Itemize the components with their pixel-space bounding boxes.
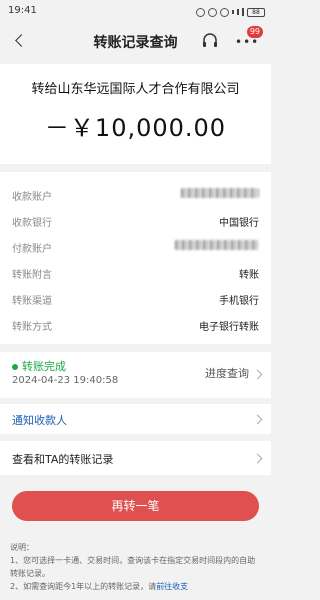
detail-label: 转账渠道: [12, 296, 52, 307]
income-expense-link[interactable]: 前往收支: [156, 582, 188, 591]
status-bar: 19:41 88: [0, 0, 271, 24]
detail-label: 转账附言: [12, 270, 52, 281]
transfer-history-row[interactable]: 查看和TA的转账记录: [0, 441, 271, 475]
masked-payer-account: [175, 240, 259, 253]
alarm-icon: [196, 7, 205, 17]
chevron-right-icon: [252, 453, 263, 464]
back-icon[interactable]: [12, 32, 30, 50]
transfer-amount: －￥10,000.00: [44, 114, 227, 142]
nav-bar: 转账记录查询 ••• 99: [0, 24, 271, 58]
detail-row-channel: 转账渠道 手机银行: [12, 286, 259, 312]
notes-heading: 说明：: [10, 543, 34, 552]
detail-row-method: 转账方式 电子银行转账: [12, 312, 259, 338]
wifi-icon: [220, 7, 229, 17]
signal-icon: [237, 9, 239, 15]
detail-label: 转账方式: [12, 322, 52, 333]
signal-icon: [242, 8, 244, 16]
transfer-history-label: 查看和TA的转账记录: [12, 453, 114, 466]
success-dot-icon: [12, 364, 18, 370]
detail-row-payee-account: 收款账户: [12, 182, 259, 208]
signal-icon: [232, 10, 234, 14]
detail-value: 中国银行: [219, 218, 259, 229]
detail-label: 收款银行: [12, 218, 52, 229]
detail-value: 手机银行: [219, 296, 259, 307]
transfer-details-card: 收款账户 收款银行 中国银行 付款账户 转账附言 转账 转账渠道 手机银行 转账…: [0, 172, 271, 344]
transfer-summary-card: 转给山东华远国际人才合作有限公司 －￥10,000.00: [0, 64, 271, 164]
status-icons: 88: [196, 6, 265, 18]
detail-label: 收款账户: [12, 192, 52, 203]
payee-title: 转给山东华远国际人才合作有限公司: [31, 82, 240, 97]
masked-payee-account: [181, 188, 259, 201]
notes-line: 2、如需查询距今1年以上的转账记录，请前往收支: [10, 580, 263, 593]
detail-row-payee-bank: 收款银行 中国银行: [12, 208, 259, 234]
transfer-status-card: 转账完成 2024-04-23 19:40:58 进度查询: [0, 352, 271, 398]
nfc-icon: [208, 7, 217, 17]
notify-payee-label: 通知收款人: [12, 414, 67, 427]
status-text: 转账完成: [22, 360, 66, 373]
progress-query-link[interactable]: 进度查询: [205, 365, 249, 381]
notes-line: 1、您可选择一卡通、交易时间，查询该卡在指定交易时间段内的自助转账记录。: [10, 556, 256, 578]
headset-icon[interactable]: [201, 32, 219, 50]
chevron-right-icon: [252, 369, 263, 380]
more-icon: •••: [235, 35, 260, 49]
notify-payee-row[interactable]: 通知收款人: [0, 404, 271, 434]
status-timestamp: 2024-04-23 19:40:58: [12, 375, 119, 386]
status-time: 19:41: [8, 5, 37, 16]
transfer-again-button[interactable]: 再转一笔: [12, 491, 259, 521]
page-title: 转账记录查询: [93, 35, 178, 51]
notes-section: 说明： 1、您可选择一卡通、交易时间，查询该卡在指定交易时间段内的自助转账记录。…: [10, 541, 263, 593]
notification-badge: 99: [246, 26, 263, 38]
detail-value: 电子银行转账: [199, 322, 259, 333]
detail-row-remark: 转账附言 转账: [12, 260, 259, 286]
detail-value: 转账: [239, 270, 259, 281]
detail-row-payer-account: 付款账户: [12, 234, 259, 260]
notes-line-text: 2、如需查询距今1年以上的转账记录，请: [10, 582, 157, 591]
chevron-right-icon: [252, 414, 263, 425]
battery-icon: 88: [247, 7, 265, 17]
detail-label: 付款账户: [12, 244, 52, 255]
more-menu-button[interactable]: ••• 99: [233, 26, 263, 50]
